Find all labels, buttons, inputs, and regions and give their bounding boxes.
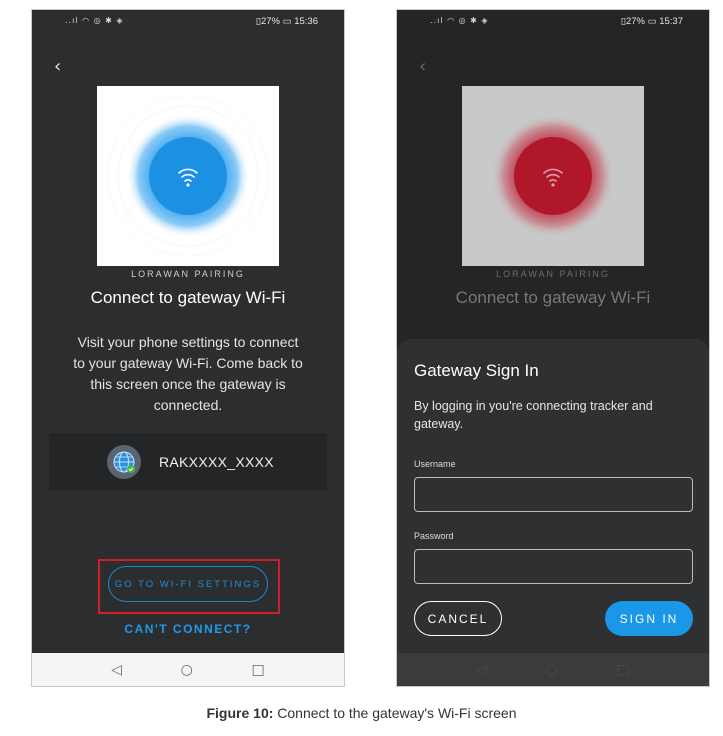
status-bar: ..ıl ◠ ◎ ✱ ◈ ▯27% ▭ 15:37 xyxy=(397,10,709,34)
error-pulse-illustration xyxy=(462,86,644,266)
wifi-pulse-illustration xyxy=(97,86,279,266)
caption-text: Connect to the gateway's Wi-Fi screen xyxy=(273,705,517,721)
system-nav-bar: ◁ ○ □ xyxy=(32,653,344,686)
page-title: Connect to gateway Wi-Fi xyxy=(90,288,286,307)
nav-home-icon[interactable]: ○ xyxy=(546,662,558,678)
go-to-wifi-settings-button[interactable]: GO TO WI-FI SETTINGS xyxy=(108,566,268,602)
nav-recents-icon[interactable]: □ xyxy=(616,662,629,678)
globe-icon xyxy=(107,445,141,479)
nav-home-icon[interactable]: ○ xyxy=(181,662,193,678)
back-arrow-icon: ‹ xyxy=(419,56,427,77)
status-battery-time: ▯27% ▭ 15:37 xyxy=(620,16,683,27)
status-bar: ..ıl ◠ ◎ ✱ ◈ ▯27% ▭ 15:36 xyxy=(32,10,344,34)
system-nav-bar: ◁ ○ □ xyxy=(397,653,709,686)
password-label: Password xyxy=(414,531,454,541)
section-label: LORAWAN PAIRING xyxy=(131,269,245,279)
username-label: Username xyxy=(414,459,456,469)
status-icons: ..ıl ◠ ◎ ✱ ◈ xyxy=(430,16,489,25)
phone-screen-pairing: ..ıl ◠ ◎ ✱ ◈ ▯27% ▭ 15:36 ‹ LORAWAN PAIR… xyxy=(31,9,345,687)
nav-back-icon[interactable]: ◁ xyxy=(476,662,487,678)
section-label: LORAWAN PAIRING xyxy=(496,269,610,279)
instructions-text: Visit your phone settings to connect to … xyxy=(73,334,303,413)
sheet-title: Gateway Sign In xyxy=(414,361,539,380)
back-arrow-icon[interactable]: ‹ xyxy=(54,56,61,77)
caption-label: Figure 10: xyxy=(206,705,274,721)
status-icons: ..ıl ◠ ◎ ✱ ◈ xyxy=(65,16,124,25)
sign-in-sheet: Gateway Sign In By logging in you're con… xyxy=(397,339,709,655)
status-battery-time: ▯27% ▭ 15:36 xyxy=(255,16,318,27)
sign-in-button[interactable]: SIGN IN xyxy=(605,601,693,636)
network-name: RAKXXXX_XXXX xyxy=(159,454,274,470)
cant-connect-link[interactable]: CAN'T CONNECT? xyxy=(32,622,344,636)
cancel-button[interactable]: CANCEL xyxy=(414,601,502,636)
phone-screen-signin: ..ıl ◠ ◎ ✱ ◈ ▯27% ▭ 15:37 ‹ LORAWAN PAIR… xyxy=(396,9,710,687)
nav-back-icon[interactable]: ◁ xyxy=(111,662,122,678)
nav-recents-icon[interactable]: □ xyxy=(251,662,264,678)
network-card[interactable]: RAKXXXX_XXXX xyxy=(49,433,327,491)
username-field[interactable] xyxy=(414,477,693,512)
password-field[interactable] xyxy=(414,549,693,584)
page-title: Connect to gateway Wi-Fi xyxy=(455,288,651,307)
sheet-description: By logging in you're connecting tracker … xyxy=(414,399,653,431)
figure-caption: Figure 10: Connect to the gateway's Wi-F… xyxy=(0,705,723,721)
